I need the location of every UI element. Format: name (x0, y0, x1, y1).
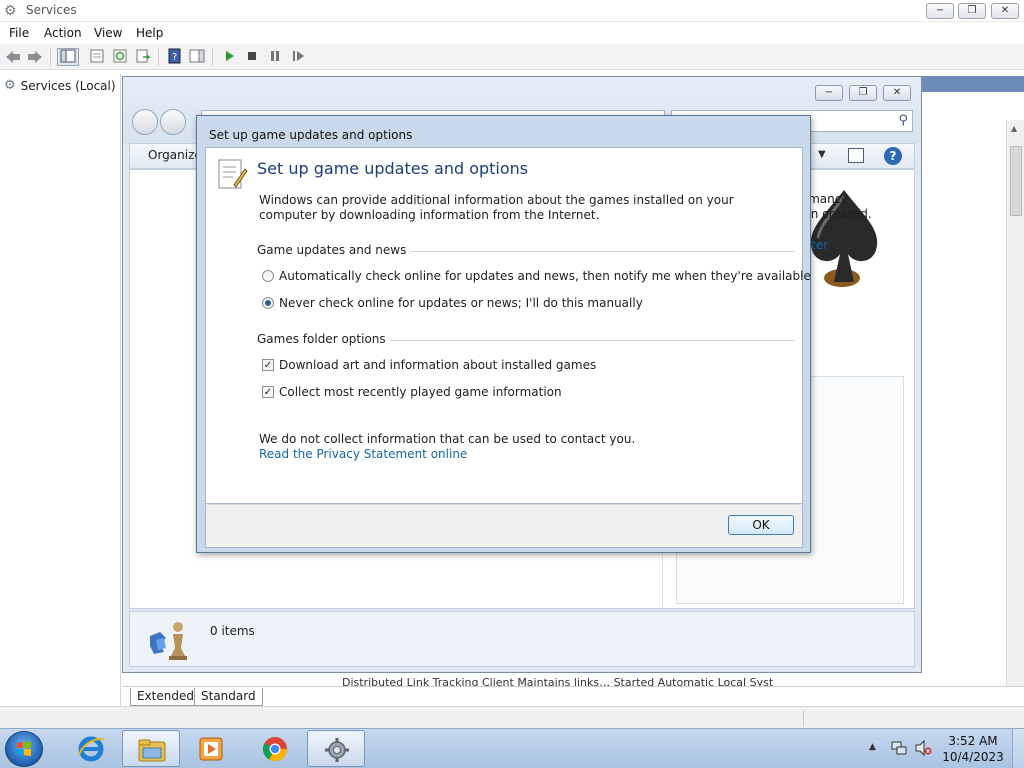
window-title: Services (26, 3, 77, 17)
chrome-icon (262, 737, 287, 762)
taskbar-windows-explorer[interactable] (122, 730, 180, 767)
start-button[interactable] (5, 731, 43, 767)
clock-date[interactable]: 10/4/2023 (940, 750, 1006, 764)
dialog-footer: OK (205, 504, 803, 548)
radio-never-check[interactable]: Never check online for updates or news; … (262, 296, 643, 310)
refresh-icon[interactable] (111, 48, 129, 66)
properties-icon[interactable] (88, 48, 106, 66)
radio-auto-check-button[interactable] (262, 270, 274, 282)
dialog-body: Set up game updates and options Windows … (205, 147, 811, 504)
restart-service-icon[interactable] (289, 48, 307, 66)
games-maximize-button[interactable]: ❐ (849, 85, 877, 101)
privacy-statement-link[interactable]: Read the Privacy Statement online (259, 447, 467, 461)
radio-auto-check-label: Automatically check online for updates a… (279, 269, 811, 283)
restore-button[interactable]: ❐ (958, 3, 986, 19)
views-dropdown-icon[interactable]: ▼ (818, 149, 826, 160)
games-close-button[interactable]: ✕ (883, 85, 911, 101)
clock-time[interactable]: 3:52 AM (940, 734, 1006, 748)
radio-auto-check[interactable]: Automatically check online for updates a… (262, 269, 811, 283)
status-bar (0, 706, 1024, 728)
ok-button[interactable]: OK (728, 515, 794, 535)
details-pane: 0 items (129, 611, 915, 667)
dialog-heading: Set up game updates and options (257, 159, 529, 178)
tree-node-services-local[interactable]: ⚙ Services (Local) (4, 78, 116, 93)
internet-explorer-icon (78, 736, 105, 762)
menu-action[interactable]: Action (44, 26, 82, 40)
checkbox-recent-games-box[interactable]: ✓ (262, 386, 274, 398)
minimize-button[interactable]: − (926, 3, 954, 19)
menu-help[interactable]: Help (136, 26, 163, 40)
items-count: 0 items (210, 624, 255, 638)
dialog-description: Windows can provide additional informati… (259, 193, 734, 222)
checkbox-download-art-box[interactable]: ✓ (262, 359, 274, 371)
preview-pane-button[interactable] (848, 148, 864, 163)
taskbar: ▲ 3:52 AM 10/4/2023 (0, 728, 1024, 768)
tree-node-label: Services (Local) (20, 78, 116, 93)
menu-view[interactable]: View (94, 26, 122, 40)
toolbar: ? (0, 44, 1024, 70)
services-list-row[interactable]: Distributed Link Tracking Client Maintai… (342, 676, 902, 686)
updates-group-label: Game updates and news (257, 243, 411, 257)
console-tree-icon[interactable] (57, 48, 79, 66)
games-minimize-button[interactable]: − (815, 85, 843, 101)
start-service-icon[interactable] (220, 48, 238, 66)
scroll-up-icon[interactable]: ▲ (1011, 124, 1017, 133)
media-player-icon (199, 737, 223, 761)
nav-back-button[interactable] (132, 109, 158, 135)
forward-arrow-icon[interactable] (26, 48, 44, 66)
show-hide-action-pane-icon[interactable] (188, 48, 206, 66)
action-pane-header (920, 76, 1024, 92)
svg-text:?: ? (172, 52, 177, 63)
pause-service-icon[interactable] (266, 48, 284, 66)
windows-logo-icon (17, 741, 31, 756)
close-button[interactable]: ✕ (991, 3, 1019, 19)
toolbar-separator (212, 48, 213, 66)
title-bar: ⚙ Services − ❐ ✕ (0, 0, 1024, 22)
network-icon[interactable] (891, 740, 907, 756)
nav-forward-button[interactable] (160, 109, 186, 135)
dialog-title: Set up game updates and options (209, 128, 413, 142)
tab-standard[interactable]: Standard (194, 688, 263, 706)
tab-extended[interactable]: Extended (130, 688, 201, 706)
stop-service-icon[interactable] (243, 48, 261, 66)
volume-muted-icon[interactable] (914, 740, 932, 756)
checkbox-recent-games-label: Collect most recently played game inform… (279, 385, 562, 399)
checkbox-recent-games[interactable]: ✓ Collect most recently played game info… (262, 385, 562, 399)
checkbox-download-art-label: Download art and information about insta… (279, 358, 597, 372)
taskbar-services[interactable] (307, 730, 365, 767)
games-folder-icon (150, 622, 187, 660)
services-gear-icon: ⚙ (4, 78, 16, 93)
organize-button[interactable]: Organize (148, 148, 202, 162)
show-hidden-icons-icon[interactable]: ▲ (869, 742, 876, 752)
export-list-icon[interactable] (134, 48, 152, 66)
help-icon[interactable]: ? (884, 147, 902, 165)
services-gear-icon (325, 738, 349, 762)
services-gear-icon: ⚙ (4, 3, 17, 19)
vertical-scrollbar[interactable]: ▲ ▼ (1006, 120, 1024, 730)
scrollbar-thumb[interactable] (1010, 146, 1022, 216)
radio-never-check-label: Never check online for updates or news; … (279, 296, 643, 310)
checkbox-download-art[interactable]: ✓ Download art and information about ins… (262, 358, 596, 372)
show-desktop-button[interactable] (1012, 729, 1024, 768)
privacy-note: We do not collect information that can b… (259, 432, 636, 446)
taskbar-media-player[interactable] (182, 730, 240, 767)
game-updates-dialog: Set up game updates and options Set up g… (196, 115, 811, 553)
taskbar-internet-explorer[interactable] (62, 730, 120, 767)
view-tabs: Extended Standard (122, 686, 1024, 706)
toolbar-separator (158, 48, 159, 66)
folder-icon (138, 739, 166, 762)
search-icon[interactable]: ⚲ (898, 113, 908, 128)
menu-bar: File Action View Help (0, 22, 1024, 44)
folder-group-label: Games folder options (257, 332, 390, 346)
taskbar-chrome[interactable] (246, 730, 304, 767)
help-book-icon[interactable]: ? (165, 48, 183, 66)
console-tree: ⚙ Services (Local) (0, 74, 121, 706)
toolbar-separator (50, 48, 51, 66)
checklist-pencil-icon (218, 159, 248, 189)
radio-never-check-button[interactable] (262, 297, 274, 309)
status-separator (803, 710, 804, 726)
back-arrow-icon[interactable] (4, 48, 22, 66)
menu-file[interactable]: File (9, 26, 29, 40)
